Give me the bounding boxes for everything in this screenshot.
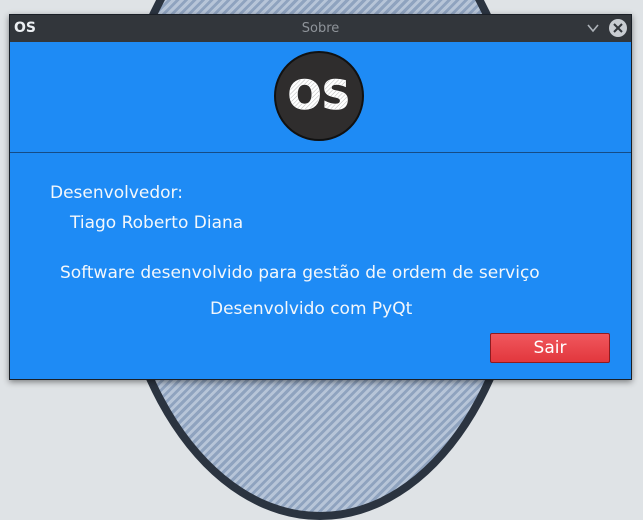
developer-label: Desenvolvedor: (50, 183, 183, 203)
developer-name: Tiago Roberto Diana (70, 213, 244, 233)
app-logo: OS (274, 51, 364, 141)
close-icon (613, 23, 623, 33)
close-button[interactable] (609, 19, 627, 37)
separator (10, 152, 631, 153)
window-title: Sobre (301, 21, 340, 36)
title-bar[interactable]: OS Sobre (10, 15, 631, 42)
minimize-button[interactable] (585, 20, 601, 36)
logo-text: OS (288, 73, 351, 119)
logo-area: OS (10, 42, 631, 153)
os-logo-icon: OS (287, 73, 351, 120)
about-dialog: OS Sobre OS Desenvolvedor: Tiago Roberto… (9, 14, 632, 380)
built-with-text: Desenvolvido com PyQt (210, 299, 413, 319)
quit-button[interactable]: Sair (490, 333, 610, 363)
description-text: Software desenvolvido para gestão de ord… (60, 263, 540, 283)
chevron-down-icon (587, 24, 599, 33)
